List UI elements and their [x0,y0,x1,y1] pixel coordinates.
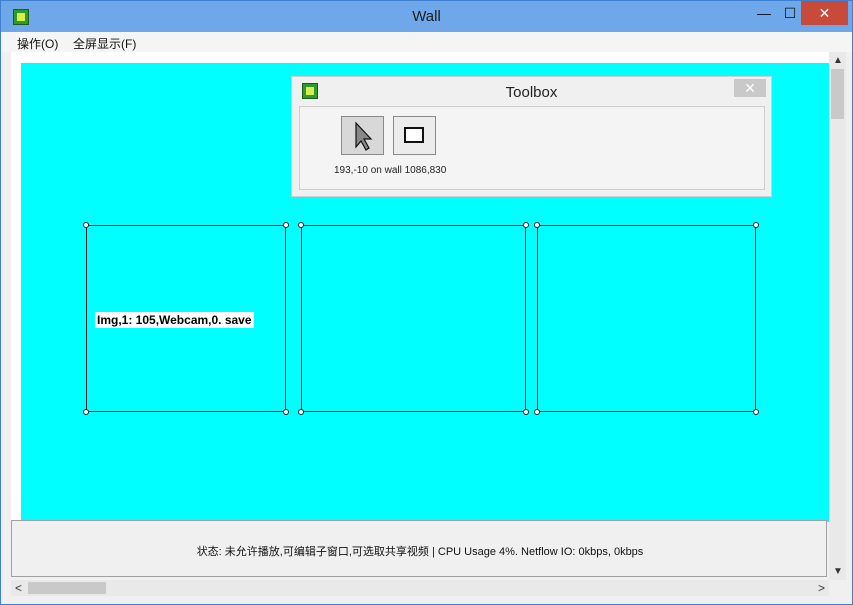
scroll-down-icon[interactable]: ▼ [833,566,843,577]
resize-handle[interactable] [298,409,304,415]
main-window: Wall — ☐ ✕ 操作(O) 全屏显示(F) Img,1: 105,Webc… [0,0,853,605]
toolbox-window: Toolbox ✕ 193,-10 on wall 1086,830 [291,76,772,197]
resize-handle[interactable] [523,409,529,415]
scroll-up-icon[interactable]: ▲ [833,55,843,66]
close-button[interactable]: ✕ [801,1,848,25]
vertical-scroll-thumb[interactable] [831,69,844,119]
wall-window-3[interactable] [534,222,759,415]
resize-handle[interactable] [283,222,289,228]
scroll-right-icon[interactable]: > [818,581,825,595]
resize-handle[interactable] [523,222,529,228]
title-bar: Wall — ☐ ✕ [1,1,852,32]
rectangle-icon [404,127,424,143]
resize-handle[interactable] [283,409,289,415]
horizontal-scroll-thumb[interactable] [28,582,106,594]
maximize-button[interactable]: ☐ [779,1,801,25]
scroll-left-icon[interactable]: < [15,581,22,595]
toolbox-title: Toolbox [505,84,558,101]
status-text: 状态: 未允许播放,可编辑子窗口,可选取共享视频 | CPU Usage 4%.… [196,546,644,558]
menu-fullscreen[interactable]: 全屏显示(F) [73,35,136,52]
rectangle-tool-button[interactable] [393,116,436,155]
wall-window-2[interactable] [298,222,529,415]
cursor-coordinates: 193,-10 on wall 1086,830 [334,165,447,176]
window-title: Wall [412,8,441,25]
toolbox-panel: 193,-10 on wall 1086,830 [299,106,765,190]
wall-window-1[interactable]: Img,1: 105,Webcam,0. save [83,222,289,415]
resize-handle[interactable] [83,409,89,415]
minimize-button[interactable]: — [749,1,779,25]
resize-handle[interactable] [83,222,89,228]
resize-handle[interactable] [534,409,540,415]
toolbox-close-button[interactable]: ✕ [734,79,766,97]
wall-window-label: Img,1: 105,Webcam,0. save [95,312,254,328]
resize-handle[interactable] [753,409,759,415]
resize-handle[interactable] [298,222,304,228]
resize-handle[interactable] [753,222,759,228]
horizontal-scrollbar[interactable]: < > [11,580,829,596]
vertical-scrollbar[interactable]: ▲ ▼ [829,52,846,580]
arrow-pointer-icon [355,121,373,151]
menu-operate[interactable]: 操作(O) [17,35,58,52]
menu-bar: 操作(O) 全屏显示(F) [1,32,852,52]
resize-handle[interactable] [534,222,540,228]
status-bar: 状态: 未允许播放,可编辑子窗口,可选取共享视频 | CPU Usage 4%.… [11,520,827,577]
select-arrow-tool-button[interactable] [341,116,384,155]
